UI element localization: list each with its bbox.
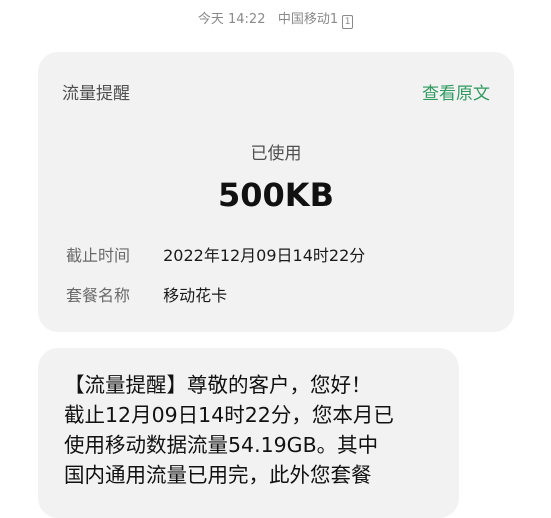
used-label: 已使用 bbox=[250, 144, 302, 164]
status-day: 今天 bbox=[197, 12, 224, 27]
message-text: 【流量提醒】尊敬的客户，您好！ 截止12月09日14时22分，您本月已 使用移动… bbox=[64, 373, 394, 487]
deadline-label: 截止时间 bbox=[66, 246, 131, 265]
card-title: 流量提醒 bbox=[62, 84, 130, 104]
data-usage-card[interactable]: 流量提醒 查看原文 已使用 500KB 截止时间 2022年12月09日14时2… bbox=[38, 52, 514, 332]
deadline-row: 截止时间 2022年12月09日14时22分 bbox=[66, 242, 365, 266]
view-original-link[interactable]: 查看原文 bbox=[422, 79, 490, 104]
used-value: 500KB bbox=[218, 176, 334, 214]
sms-message-bubble[interactable]: 【流量提醒】尊敬的客户，您好！ 截止12月09日14时22分，您本月已 使用移动… bbox=[38, 348, 459, 518]
card-header: 流量提醒 查看原文 bbox=[62, 79, 490, 104]
deadline-value: 2022年12月09日14时22分 bbox=[163, 246, 366, 265]
sim-card-icon: 1 bbox=[342, 15, 354, 29]
status-time: 14:22 bbox=[228, 12, 266, 27]
plan-label: 套餐名称 bbox=[66, 286, 131, 305]
plan-value: 移动花卡 bbox=[163, 286, 228, 305]
carrier-name: 中国移动1 bbox=[277, 12, 339, 27]
plan-row: 套餐名称 移动花卡 bbox=[66, 282, 227, 306]
status-bar: 今天 14:22 中国移动1 1 bbox=[0, 8, 551, 29]
